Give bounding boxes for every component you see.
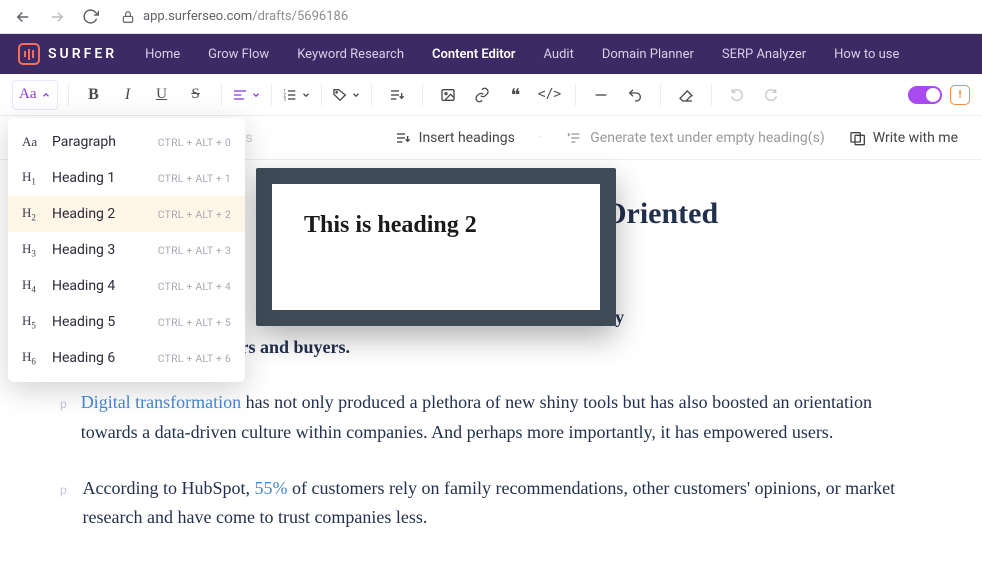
style-heading-6[interactable]: H6 Heading 6 CTRL + ALT + 6 bbox=[8, 340, 245, 376]
h2-icon: H2 bbox=[22, 205, 42, 223]
generate-icon bbox=[566, 130, 582, 146]
italic-button[interactable]: I bbox=[113, 80, 143, 110]
svg-text:3: 3 bbox=[283, 96, 286, 102]
logo-icon bbox=[18, 43, 40, 65]
insert-headings-button[interactable]: Insert headings bbox=[395, 130, 515, 146]
style-heading-5[interactable]: H5 Heading 5 CTRL + ALT + 5 bbox=[8, 304, 245, 340]
style-heading-1[interactable]: H1 Heading 1 CTRL + ALT + 1 bbox=[8, 160, 245, 196]
h3-icon: H3 bbox=[22, 241, 42, 259]
text-style-icon: Aa bbox=[19, 86, 37, 103]
nav-audit[interactable]: Audit bbox=[544, 47, 574, 62]
hr-button[interactable] bbox=[586, 80, 616, 110]
text-style-button[interactable]: Aa bbox=[12, 80, 58, 110]
app-nav: SURFER Home Grow Flow Keyword Research C… bbox=[0, 34, 982, 74]
nav-serp-analyzer[interactable]: SERP Analyzer bbox=[722, 47, 806, 62]
h1-icon: H1 bbox=[22, 169, 42, 187]
nav-keyword-research[interactable]: Keyword Research bbox=[297, 47, 404, 62]
list-button[interactable]: 123 bbox=[282, 80, 311, 110]
underline-button[interactable]: U bbox=[147, 80, 177, 110]
align-button[interactable] bbox=[232, 80, 261, 110]
address-bar[interactable]: app.surferseo.com/drafts/5696186 bbox=[121, 9, 348, 24]
insert-headings-icon bbox=[395, 130, 411, 146]
nav-grow-flow[interactable]: Grow Flow bbox=[208, 47, 269, 62]
logo-text: SURFER bbox=[48, 46, 117, 62]
eraser-button[interactable] bbox=[671, 80, 701, 110]
h5-icon: H5 bbox=[22, 313, 42, 331]
paragraph-icon: Aa bbox=[22, 134, 42, 150]
link-digital-transformation[interactable]: Digital transformation bbox=[81, 392, 241, 412]
strikethrough-button[interactable]: S bbox=[181, 80, 211, 110]
text-style-dropdown: Aa Paragraph CTRL + ALT + 0 H1 Heading 1… bbox=[8, 118, 245, 382]
back-icon[interactable] bbox=[10, 4, 36, 30]
toggle-switch[interactable] bbox=[908, 86, 942, 104]
paragraph-marker: p bbox=[60, 388, 67, 447]
style-heading-3[interactable]: H3 Heading 3 CTRL + ALT + 3 bbox=[8, 232, 245, 268]
link-55pct[interactable]: 55% bbox=[255, 478, 288, 498]
logo[interactable]: SURFER bbox=[18, 43, 117, 65]
lock-icon bbox=[121, 10, 135, 24]
paragraph[interactable]: p Digital transformation has not only pr… bbox=[60, 388, 910, 447]
tag-button[interactable] bbox=[332, 80, 361, 110]
preview-heading-2: This is heading 2 bbox=[304, 212, 477, 238]
editor-toolbar: Aa B I U S 123 ❝ </> ! bbox=[0, 74, 982, 116]
url-host: app.surferseo.com/drafts/5696186 bbox=[143, 9, 348, 24]
code-button[interactable]: </> bbox=[535, 80, 565, 110]
style-preview-tooltip: This is heading 2 bbox=[256, 168, 616, 326]
style-heading-2[interactable]: H2 Heading 2 CTRL + ALT + 2 bbox=[8, 196, 245, 232]
bold-button[interactable]: B bbox=[79, 80, 109, 110]
insert-heading-button[interactable] bbox=[382, 80, 412, 110]
nav-home[interactable]: Home bbox=[145, 47, 180, 62]
paragraph[interactable]: p According to HubSpot, 55% of customers… bbox=[60, 474, 910, 533]
nav-how-to-use[interactable]: How to use bbox=[834, 47, 899, 62]
nav-domain-planner[interactable]: Domain Planner bbox=[602, 47, 694, 62]
quote-button[interactable]: ❝ bbox=[501, 80, 531, 110]
paragraph-marker: p bbox=[60, 474, 69, 533]
h6-icon: H6 bbox=[22, 349, 42, 367]
nav-content-editor[interactable]: Content Editor bbox=[432, 47, 516, 62]
reload-icon[interactable] bbox=[78, 4, 103, 29]
link-button[interactable] bbox=[467, 80, 497, 110]
forward-icon[interactable] bbox=[44, 4, 70, 30]
chevron-up-icon bbox=[41, 90, 51, 100]
undo-arc-button[interactable] bbox=[620, 80, 650, 110]
redo-button[interactable] bbox=[756, 80, 786, 110]
style-heading-4[interactable]: H4 Heading 4 CTRL + ALT + 4 bbox=[8, 268, 245, 304]
write-icon bbox=[849, 130, 865, 146]
h4-icon: H4 bbox=[22, 277, 42, 295]
generate-text-button[interactable]: Generate text under empty heading(s) bbox=[566, 130, 824, 146]
browser-chrome: app.surferseo.com/drafts/5696186 bbox=[0, 0, 982, 34]
style-paragraph[interactable]: Aa Paragraph CTRL + ALT + 0 bbox=[8, 124, 245, 160]
undo-button[interactable] bbox=[722, 80, 752, 110]
alert-icon[interactable]: ! bbox=[950, 85, 970, 105]
chevron-down-icon bbox=[251, 90, 261, 100]
write-with-me-button[interactable]: Write with me bbox=[849, 130, 958, 146]
image-button[interactable] bbox=[433, 80, 463, 110]
